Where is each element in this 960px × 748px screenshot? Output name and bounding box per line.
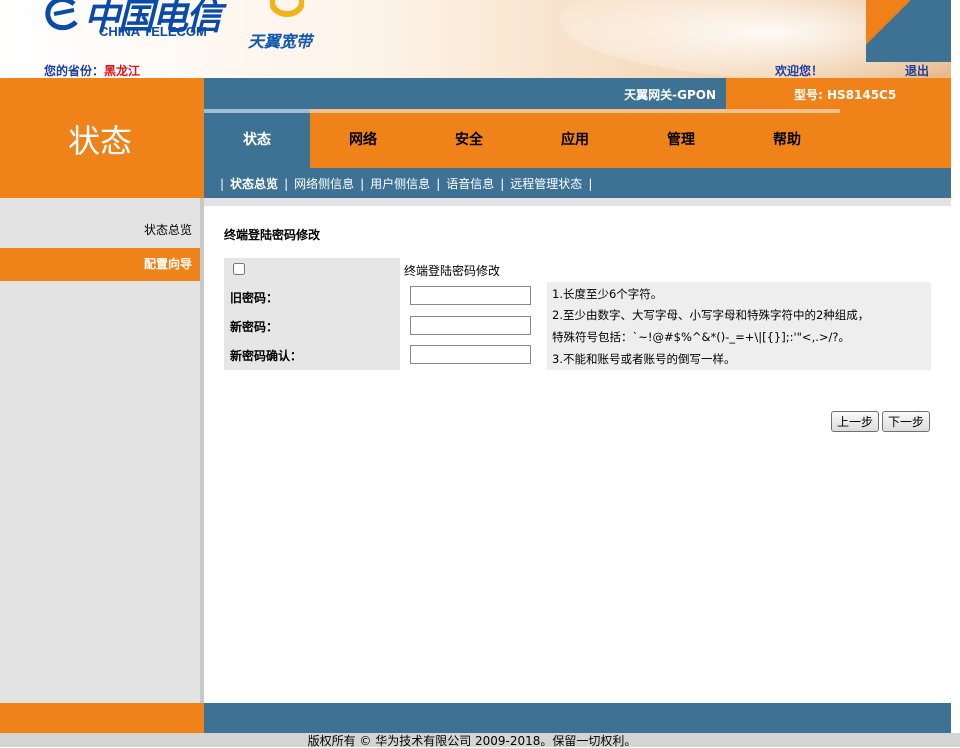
content-top-border <box>204 198 951 206</box>
sidebar-item-config-wizard[interactable]: 配置向导 <box>0 248 200 281</box>
province-value: 黑龙江 <box>104 64 141 78</box>
tab-security[interactable]: 安全 <box>416 109 522 168</box>
welcome-text: 欢迎您！ <box>775 64 824 78</box>
sub-nav-separator: | <box>436 177 441 191</box>
subnav-network-info[interactable]: 网络侧信息 <box>294 177 354 191</box>
tab-network[interactable]: 网络 <box>310 109 416 168</box>
sidebar-item-status-overview[interactable]: 状态总览 <box>0 214 200 247</box>
logout-link[interactable]: 退出 <box>905 62 929 79</box>
sub-nav-separator: | <box>220 177 225 191</box>
subnav-remote-mgmt-status[interactable]: 远程管理状态 <box>510 177 582 191</box>
tianyi-sun-icon <box>270 0 304 17</box>
change-password-checkbox-label: 终端登陆密码修改 <box>404 264 501 278</box>
brand-text: 天翼宽带 <box>248 32 313 51</box>
password-rule: 3.不能和账号或者账号的倒写一样。 <box>552 352 736 366</box>
gateway-name: 天翼网关-GPON <box>624 88 716 102</box>
subnav-voice-info[interactable]: 语音信息 <box>446 177 494 191</box>
section-title: 状态 <box>67 122 132 160</box>
province-info: 您的省份：黑龙江 <box>44 62 140 79</box>
sub-nav: | 状态总览 | 网络侧信息 | 用户侧信息 | 语音信息 | 远程管理状态 | <box>214 175 598 192</box>
sub-nav-separator: | <box>360 177 365 191</box>
sub-nav-separator: | <box>500 177 505 191</box>
old-password-label: 旧密码： <box>230 291 279 305</box>
province-label: 您的省份： <box>44 64 105 78</box>
subnav-user-info[interactable]: 用户侧信息 <box>370 177 430 191</box>
sub-nav-separator: | <box>588 177 593 191</box>
password-rule: 1.长度至少6个字符。 <box>552 287 663 301</box>
new-password-label: 新密码： <box>230 320 279 334</box>
tab-help[interactable]: 帮助 <box>734 109 840 168</box>
model-label: 型号: HS8145C5 <box>794 88 897 102</box>
confirm-password-label: 新密码确认： <box>230 349 303 363</box>
password-rule: 特殊符号包括：`~!@#$%^&*()-_=+\|[{}];:'"<,.>/?。 <box>552 330 850 344</box>
subnav-status-overview[interactable]: 状态总览 <box>230 177 278 191</box>
sub-nav-separator: | <box>284 177 289 191</box>
tab-management[interactable]: 管理 <box>628 109 734 168</box>
copyright-text: 版权所有 © 华为技术有限公司 2009-2018。保留一切权利。 <box>307 734 637 748</box>
page-title: 终端登陆密码修改 <box>224 228 321 242</box>
footer-right-bar <box>204 703 951 733</box>
new-password-input[interactable] <box>410 316 531 335</box>
password-rule: 2.至少由数字、大写字母、小写字母和特殊字符中的2种组成， <box>552 308 870 322</box>
logo-english-text: CHINA TELECOM <box>99 24 207 39</box>
banner-corner-decoration <box>866 0 951 62</box>
footer-left-bar <box>0 703 204 733</box>
old-password-input[interactable] <box>410 286 531 305</box>
change-password-checkbox[interactable] <box>233 263 245 275</box>
next-step-button[interactable]: 下一步 <box>882 411 930 432</box>
previous-step-button[interactable]: 上一步 <box>831 411 879 432</box>
right-gutter <box>951 78 960 733</box>
telecom-e-icon <box>45 0 78 31</box>
sidebar-shadow <box>200 198 204 703</box>
confirm-password-input[interactable] <box>410 345 531 364</box>
tab-application[interactable]: 应用 <box>522 109 628 168</box>
tab-status[interactable]: 状态 <box>204 109 310 168</box>
